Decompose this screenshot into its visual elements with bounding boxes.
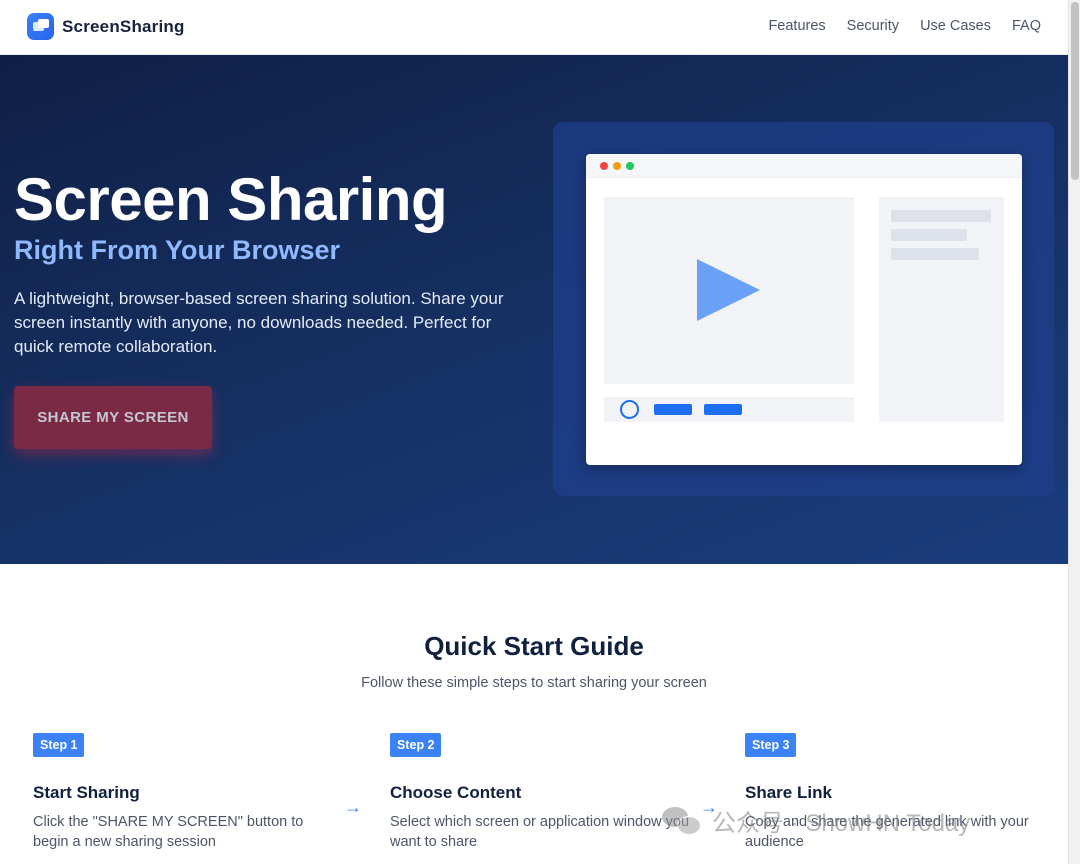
logo-text: ScreenSharing xyxy=(62,16,185,36)
text-line-placeholder xyxy=(891,210,991,222)
step-description: Select which screen or application windo… xyxy=(390,814,690,850)
hero-subtitle: Right From Your Browser xyxy=(14,235,341,265)
wechat-icon xyxy=(662,805,704,837)
nav-features[interactable]: Features xyxy=(768,18,825,34)
watermark: 公众号 · ShowHN Today xyxy=(662,803,970,838)
site-header: ScreenSharing Features Security Use Case… xyxy=(0,0,1068,55)
browser-titlebar xyxy=(586,154,1022,178)
record-icon xyxy=(620,400,639,419)
maximize-dot-icon xyxy=(626,162,634,170)
arrow-right-icon: → xyxy=(344,797,362,817)
play-icon xyxy=(697,259,760,321)
hero-section: Screen Sharing Right From Your Browser A… xyxy=(0,55,1068,564)
nav-security[interactable]: Security xyxy=(847,18,899,34)
nav-use-cases[interactable]: Use Cases xyxy=(920,18,991,34)
hero-description: A lightweight, browser-based screen shar… xyxy=(14,289,504,356)
text-line-placeholder xyxy=(891,248,979,260)
step-title: Start Sharing xyxy=(33,783,140,802)
control-bar xyxy=(654,404,692,415)
step-title: Share Link xyxy=(745,783,832,802)
step-card-3: Step 3 Share Link Copy and share the gen… xyxy=(745,733,1065,850)
step-badge: Step 1 xyxy=(33,733,84,757)
step-badge: Step 2 xyxy=(390,733,441,757)
page-scrollbar[interactable] xyxy=(1068,0,1080,864)
step-badge: Step 3 xyxy=(745,733,796,757)
main-nav: Features Security Use Cases FAQ xyxy=(768,18,1041,34)
quick-start-subtitle: Follow these simple steps to start shari… xyxy=(361,675,707,691)
step-card-1: Step 1 Start Sharing Click the "SHARE MY… xyxy=(33,733,353,850)
step-title: Choose Content xyxy=(390,783,522,802)
step-description: Click the "SHARE MY SCREEN" button to be… xyxy=(33,814,304,850)
hero-title: Screen Sharing xyxy=(14,166,448,233)
browser-illustration xyxy=(586,154,1022,465)
watermark-text: 公众号 · ShowHN Today xyxy=(712,810,971,837)
close-dot-icon xyxy=(600,162,608,170)
sidebar-placeholder xyxy=(879,197,1004,422)
screens-logo-icon xyxy=(27,13,54,40)
video-placeholder xyxy=(604,197,854,384)
quick-start-title: Quick Start Guide xyxy=(424,631,644,661)
share-my-screen-button[interactable]: SHARE MY SCREEN xyxy=(14,386,212,449)
control-bar xyxy=(704,404,742,415)
video-controls-placeholder xyxy=(604,397,854,422)
nav-faq[interactable]: FAQ xyxy=(1012,18,1041,34)
minimize-dot-icon xyxy=(613,162,621,170)
text-line-placeholder xyxy=(891,229,967,241)
step-card-2: Step 2 Choose Content Select which scree… xyxy=(390,733,710,850)
scrollbar-thumb[interactable] xyxy=(1071,2,1079,180)
logo[interactable]: ScreenSharing xyxy=(27,13,185,40)
